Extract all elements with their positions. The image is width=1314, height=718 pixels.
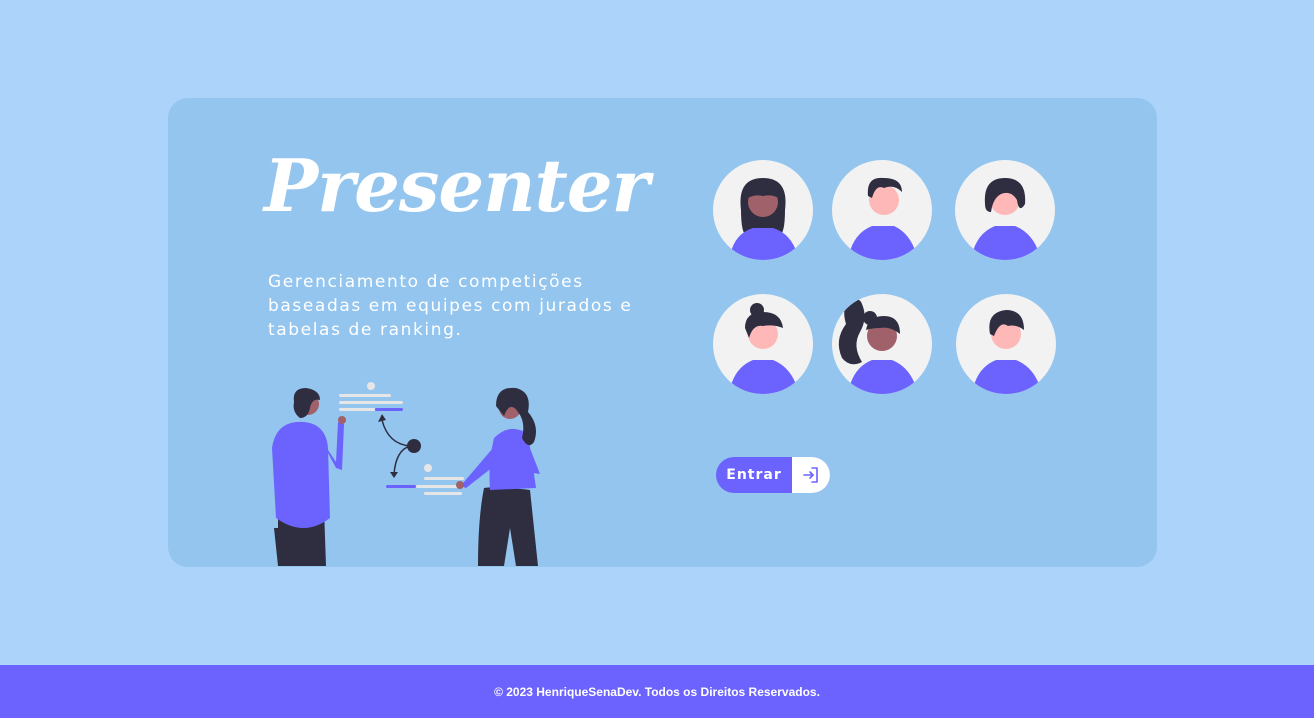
copyright-text: © 2023 HenriqueSenaDev. Todos os Direito… xyxy=(494,684,820,699)
flow-arrows xyxy=(381,419,411,475)
page-footer: © 2023 HenriqueSenaDev. Todos os Direito… xyxy=(0,665,1314,718)
hero-tagline: Gerenciamento de competições baseadas em… xyxy=(268,272,633,340)
avatar-man-topknot xyxy=(956,294,1056,394)
team-avatars-grid xyxy=(713,160,1063,400)
woman-figure xyxy=(456,387,540,566)
avatar-woman-bob-hair xyxy=(955,160,1055,260)
notes-bottom xyxy=(386,464,464,495)
avatar-man-bun xyxy=(713,294,813,394)
avatar-woman-ponytail xyxy=(832,294,932,394)
avatar-man-short-hair xyxy=(832,160,932,260)
enter-button[interactable]: Entrar xyxy=(716,457,830,493)
enter-button-label: Entrar xyxy=(726,467,782,483)
app-logo: Presenter xyxy=(264,143,650,228)
avatar-woman-long-hair xyxy=(713,160,813,260)
notes-top xyxy=(339,382,403,411)
login-card: Presenter Gerenciamento de competições b… xyxy=(168,98,1157,567)
man-figure xyxy=(272,388,346,566)
login-icon xyxy=(792,457,830,493)
team-presentation-illustration xyxy=(272,382,540,566)
